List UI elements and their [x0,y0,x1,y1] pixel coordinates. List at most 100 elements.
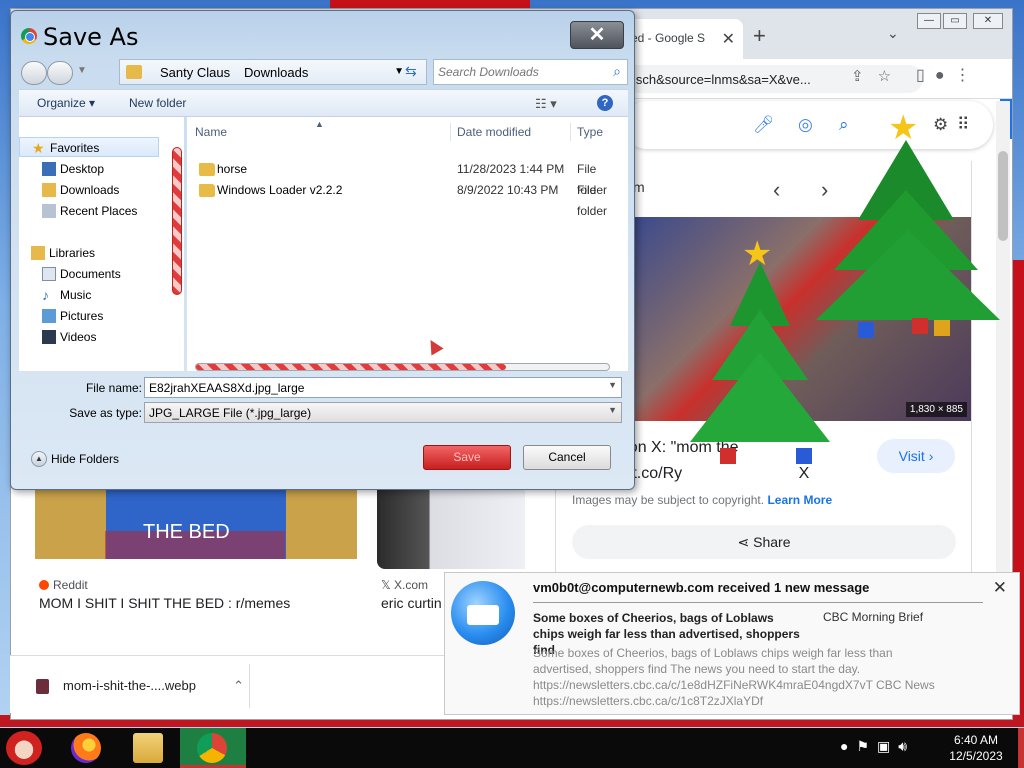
result-title-line2[interactable]: s://t.co/Ry X [611,465,809,483]
taskbar-firefox[interactable] [54,728,120,768]
tree-star-icon: ★ [888,109,919,147]
new-mail-notification[interactable]: vm0b0t@computernewb.com received 1 new m… [444,572,1020,715]
bookmark-star-icon[interactable]: ☆ [878,68,905,85]
nav-documents[interactable]: Documents [19,264,121,284]
network-icon[interactable]: ▣ [877,738,898,754]
result-source-x[interactable]: 𝕏 X.com [381,578,428,592]
file-date: 11/28/2023 1:44 PM [457,162,565,176]
side-panel-icon[interactable]: ▯ [916,67,935,84]
column-separator[interactable] [450,123,451,141]
taskbar-chrome[interactable] [180,728,246,768]
result-title-reddit[interactable]: MOM I SHIT I SHIT THE BED : r/memes [39,595,290,611]
learn-more-link[interactable]: Learn More [767,493,832,507]
new-tab-icon[interactable]: + [753,23,766,49]
close-tab-icon[interactable]: ✕ [722,29,735,49]
back-button[interactable] [21,61,47,85]
menu-kebab-icon[interactable]: ⋮ [954,67,980,84]
save-type-select[interactable]: JPG_LARGE File (*.jpg_large) ▼ [144,402,622,423]
download-item[interactable]: mom-i-shit-the-....webp ⌃ [34,670,252,702]
profile-icon[interactable]: ● [935,67,955,84]
help-icon[interactable]: ? [597,95,613,111]
result-source-reddit[interactable]: Reddit [39,578,88,592]
share-button[interactable]: ⋖ Share [572,525,956,559]
file-row[interactable]: Windows Loader v2.2.2 8/9/2022 10:43 PM … [187,180,628,218]
volume-icon[interactable]: 🔊︎ [898,738,915,754]
result-thumbnail-x[interactable] [377,487,525,569]
search-downloads-box[interactable]: ⌕ [433,59,628,85]
result-thumbnail-reddit[interactable]: THE BED [35,487,357,559]
file-name-field[interactable]: E82jrahXEAAS8Xd.jpg_large ▼ [144,377,622,398]
recent-locations-dropdown-icon[interactable]: ▼ [77,65,87,76]
visit-button[interactable]: Visit › [877,439,955,473]
refresh-icon[interactable]: ⇆ [405,63,417,80]
nav-favorites[interactable]: ★ Favorites [19,137,159,157]
lens-camera-icon[interactable]: ◎ [798,115,813,135]
search-icon[interactable]: ⌕ [613,63,621,80]
url-text: isch&source=lnms&sa=X&ve... [633,72,811,87]
nav-videos[interactable]: Videos [19,327,96,347]
maximize-button[interactable]: ▭ [943,13,967,29]
close-icon[interactable]: ✕ [993,578,1007,598]
previous-image-icon[interactable]: ‹ [773,177,780,203]
dialog-close-button[interactable]: ✕ [570,21,624,49]
close-window-button[interactable]: ✕ [973,13,1003,29]
start-button-santa-icon[interactable] [6,731,42,765]
file-row[interactable]: horse 11/28/2023 1:44 PM File folder [187,159,628,197]
hide-folders-toggle[interactable]: ▲ Hide Folders [31,451,119,467]
column-header-type[interactable]: Type [577,125,603,139]
system-clock[interactable]: 6:40 AM 12/5/2023 [946,732,1006,764]
pictures-icon [42,309,56,323]
clock-date: 12/5/2023 [949,749,1003,763]
breadcrumb[interactable]: Santy Claus Downloads ▼ [119,59,427,85]
chevron-down-icon[interactable]: ▼ [608,405,617,415]
scrollbar-thumb[interactable] [998,151,1008,241]
nav-desktop[interactable]: Desktop [19,159,104,179]
tab-search-chevron-icon[interactable]: ⌄ [887,25,899,42]
breadcrumb-user[interactable]: Santy Claus [160,65,230,80]
tray-dot-icon[interactable]: ● [840,738,856,754]
view-options-icon[interactable]: ☷ ▾ [535,96,557,112]
nav-music[interactable]: ♪ Music [19,285,91,305]
nav-pane-scrollbar[interactable] [172,147,182,295]
chevron-down-icon[interactable]: ▼ [608,380,617,390]
tab-google-search[interactable]: ed - Google S ✕ [623,19,743,59]
column-header-name[interactable]: Name [195,125,227,139]
show-desktop-button[interactable] [1018,728,1024,768]
settings-gear-icon[interactable]: ⚙ [933,115,948,135]
file-name-label: File name: [85,381,142,395]
gift-icon [858,322,874,338]
next-image-icon[interactable]: › [821,177,828,203]
reddit-icon [39,580,49,590]
minimize-button[interactable]: — [917,13,941,29]
file-icon [36,679,49,694]
search-icon[interactable]: ⌕ [839,115,849,135]
nav-pictures[interactable]: Pictures [19,306,103,326]
share-page-icon[interactable]: ⇪ [851,68,878,85]
search-input[interactable] [438,63,598,81]
result-title-x[interactable]: eric curtin [381,595,447,611]
thumbnail-caption: THE BED [143,521,230,543]
column-separator[interactable] [570,123,571,141]
organize-menu[interactable]: Organize ▾ [37,96,95,110]
nav-label: Downloads [60,183,120,197]
chevron-up-icon[interactable]: ⌃ [233,670,244,702]
nav-recent-places[interactable]: Recent Places [19,201,137,221]
new-folder-button[interactable]: New folder [129,96,186,110]
address-dropdown-icon[interactable]: ▼ [394,66,404,77]
taskbar-file-explorer[interactable] [116,728,182,768]
navigation-pane: ★ Favorites Desktop Downloads Recent Pla… [19,117,184,371]
microphone-icon[interactable]: 🎤︎ [753,115,775,135]
cancel-button[interactable]: Cancel [523,445,611,470]
nav-downloads[interactable]: Downloads [19,180,119,200]
apps-grid-icon[interactable]: ⠿ [957,115,969,135]
nav-libraries[interactable]: Libraries [19,243,95,263]
save-button[interactable]: Save [423,445,511,470]
folder-icon [199,163,215,176]
nav-label: Desktop [60,162,105,176]
scrollbar-thumb[interactable] [196,364,506,370]
action-center-flag-icon[interactable]: ⚑ [856,738,877,754]
forward-button[interactable] [47,61,73,85]
column-header-date[interactable]: Date modified [457,125,531,139]
file-list-horizontal-scrollbar[interactable] [195,363,610,371]
breadcrumb-downloads[interactable]: Downloads [244,65,308,80]
